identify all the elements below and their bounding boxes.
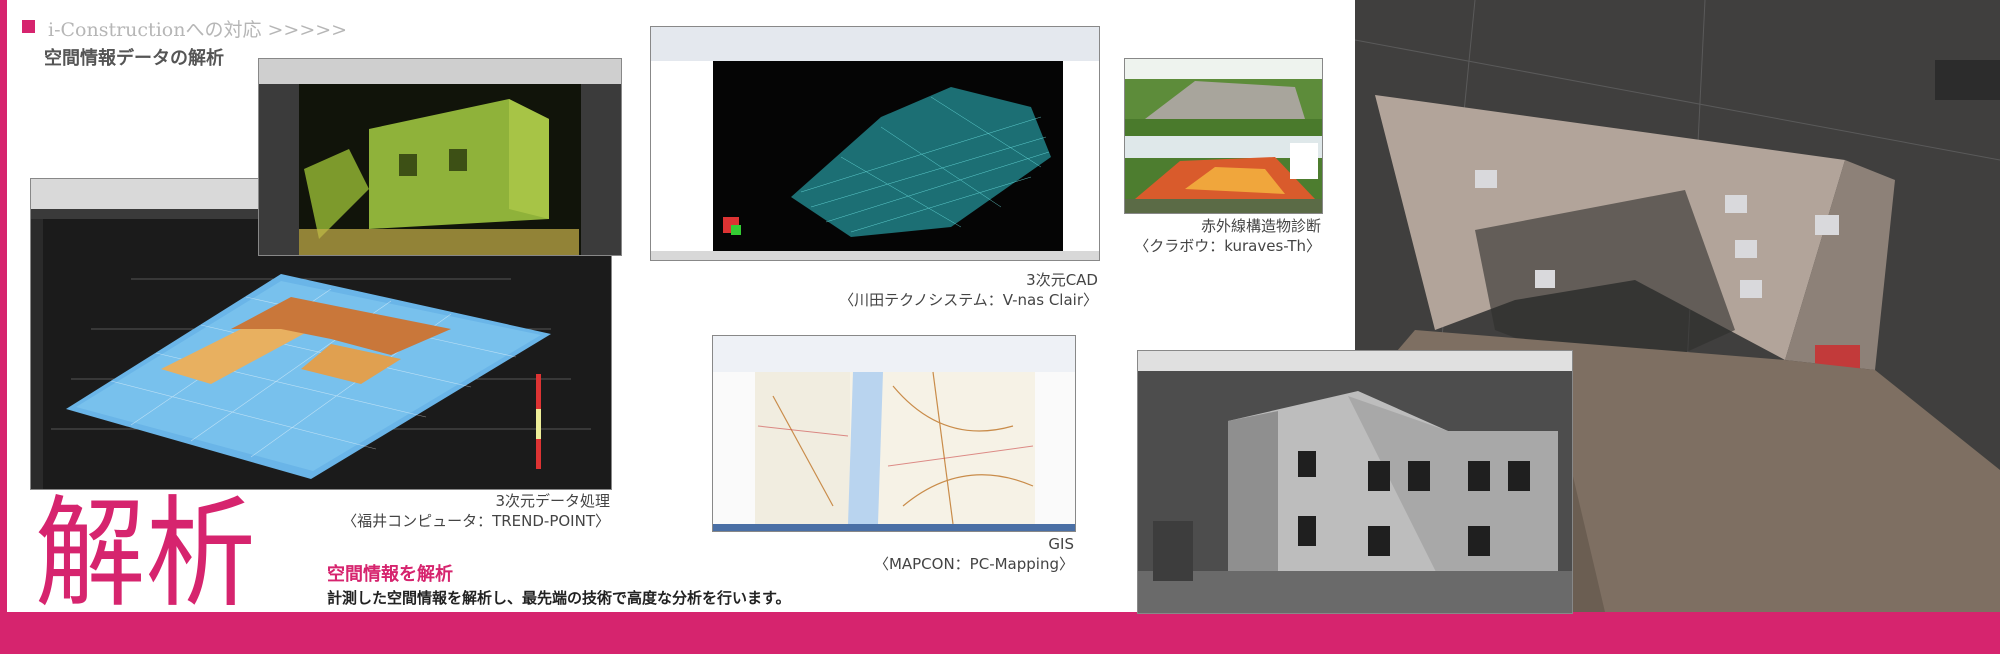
trend-point-caption-line1: 3次元データ処理 — [495, 492, 610, 510]
vnas-3d-terrain-image — [651, 27, 1099, 260]
vnas-caption-line2: 〈川田テクノシステム：V-nas Clair〉 — [839, 291, 1098, 309]
trend-point-caption-line2: 〈福井コンピュータ：TREND-POINT〉 — [342, 512, 610, 530]
vnas-caption-line1: 3次元CAD — [1026, 271, 1098, 289]
vnas-clair-screenshot — [650, 26, 1100, 261]
infrared-caption: 赤外線構造物診断 〈クラボウ：kuraves-Th〉 — [1100, 216, 1321, 256]
infrared-photo — [1124, 58, 1323, 214]
building-pointcloud-image — [259, 59, 621, 255]
gis-caption: GIS 〈MAPCON：PC-Mapping〉 — [800, 534, 1074, 574]
infrared-caption-line1: 赤外線構造物診断 — [1200, 217, 1321, 235]
building-grayscale-pointcloud — [1137, 350, 1573, 614]
header-square-marker — [22, 20, 35, 33]
grayscale-building-image — [1138, 351, 1572, 613]
section-big-heading: 解析 — [35, 485, 256, 624]
header-subtitle: 空間情報データの解析 — [44, 48, 224, 69]
gis-map-image — [713, 336, 1075, 531]
gis-caption-line2: 〈MAPCON：PC-Mapping〉 — [873, 555, 1074, 573]
bottom-accent-band — [0, 612, 2000, 654]
header-title: i-Constructionへの対応 >>>>> — [48, 19, 348, 41]
vnas-caption: 3次元CAD 〈川田テクノシステム：V-nas Clair〉 — [790, 270, 1098, 310]
left-accent-bar — [0, 0, 7, 654]
infrared-slope-images — [1125, 59, 1322, 213]
trend-point-building-screenshot — [258, 58, 622, 256]
section-title: 空間情報を解析 — [327, 564, 453, 585]
trend-point-caption: 3次元データ処理 〈福井コンピュータ：TREND-POINT〉 — [300, 491, 610, 531]
pc-mapping-screenshot — [712, 335, 1076, 532]
infrared-caption-line2: 〈クラボウ：kuraves-Th〉 — [1134, 237, 1321, 255]
gis-caption-line1: GIS — [1048, 535, 1074, 553]
section-body: 計測した空間情報を解析し、最先端の技術で高度な分析を行います。 — [327, 589, 791, 607]
